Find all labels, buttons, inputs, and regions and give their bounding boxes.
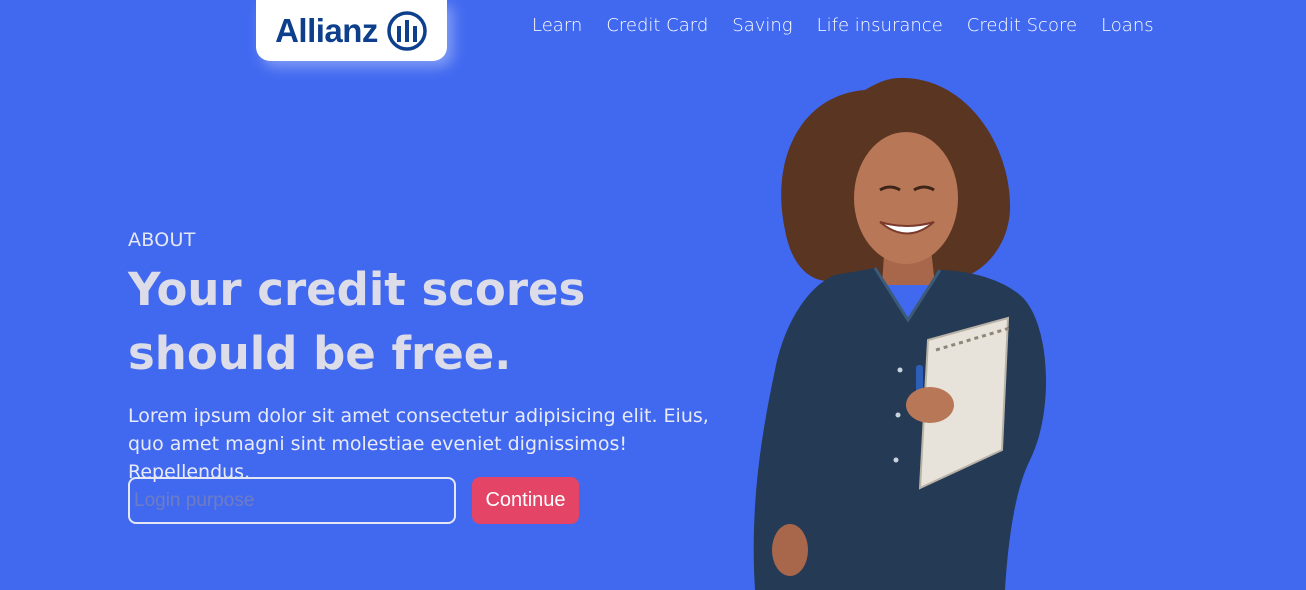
- nav-item-saving[interactable]: Saving: [732, 15, 792, 36]
- nav-item-loans[interactable]: Loans: [1101, 15, 1154, 36]
- hero-headline: Your credit scores should be free.: [128, 263, 586, 380]
- continue-button[interactable]: Continue: [472, 477, 579, 524]
- section-eyebrow: ABOUT: [128, 229, 196, 251]
- brand-name: Allianz: [275, 11, 378, 49]
- nav-item-credit-card[interactable]: Credit Card: [606, 15, 708, 36]
- nav-item-life-insurance[interactable]: Life insurance: [817, 15, 943, 36]
- login-purpose-input[interactable]: [128, 477, 456, 524]
- logo-card[interactable]: Allianz: [256, 0, 447, 61]
- main-nav: Learn Credit Card Saving Life insurance …: [532, 15, 1154, 36]
- hero-description: Lorem ipsum dolor sit amet consectetur a…: [128, 405, 709, 483]
- nav-item-learn[interactable]: Learn: [532, 15, 582, 36]
- woman-holding-notebook-photo: [753, 77, 1047, 590]
- nav-item-credit-score[interactable]: Credit Score: [967, 15, 1077, 36]
- allianz-emblem-icon: [387, 10, 427, 51]
